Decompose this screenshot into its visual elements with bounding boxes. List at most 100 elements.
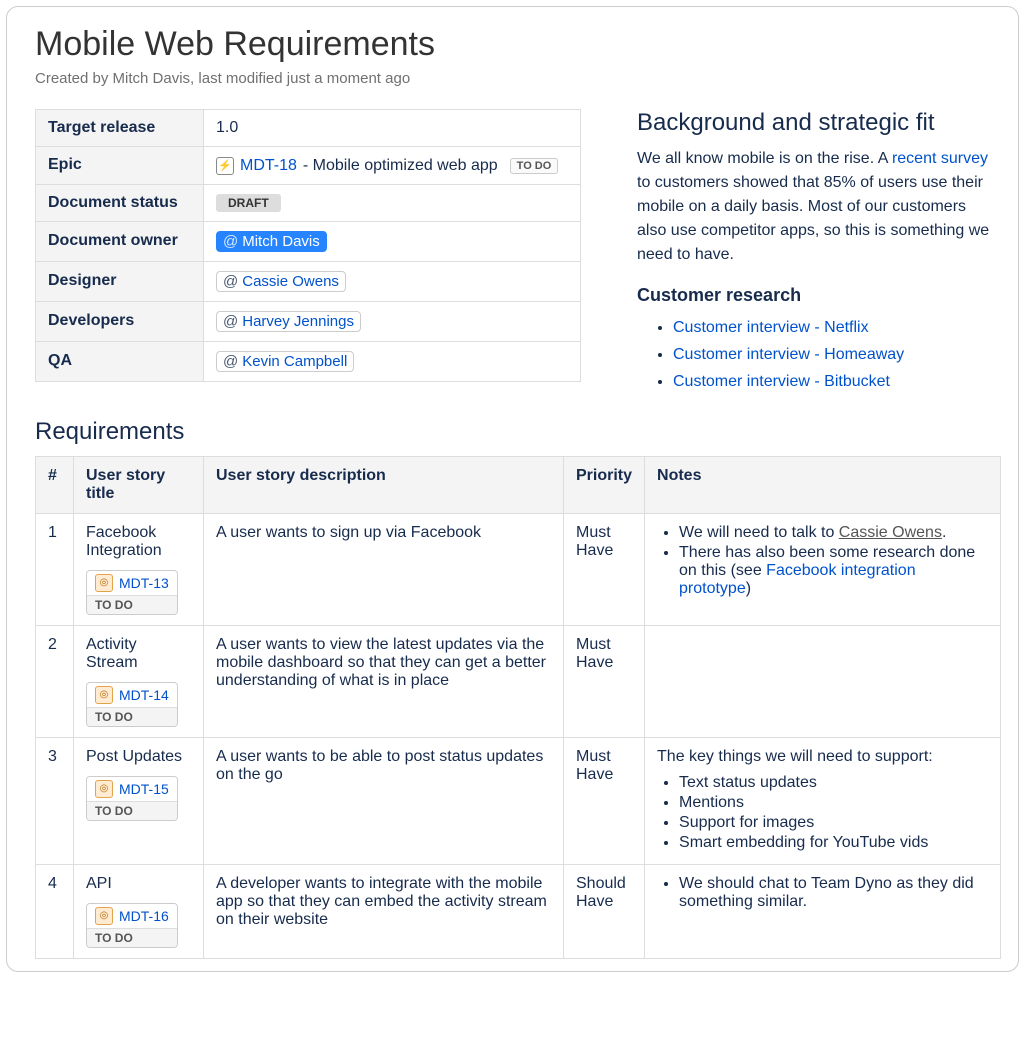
text: We all know mobile is on the rise. A	[637, 150, 892, 167]
meta-value: 1.0	[204, 110, 581, 147]
heading-requirements: Requirements	[35, 418, 990, 446]
list-item: Support for images	[679, 814, 988, 832]
issue-key[interactable]: MDT-14	[119, 687, 169, 703]
document-page: Mobile Web Requirements Created by Mitch…	[6, 6, 1019, 972]
meta-row-target-release: Target release 1.0	[36, 110, 581, 147]
meta-value: @ Cassie Owens	[204, 261, 581, 301]
issue-key[interactable]: MDT-16	[119, 908, 169, 924]
story-icon	[95, 780, 113, 798]
col-priority: Priority	[564, 456, 645, 513]
cell-description: A user wants to view the latest updates …	[204, 625, 564, 737]
table-row: 1 Facebook Integration MDT-13 TO DO A us…	[36, 513, 1001, 625]
story-icon	[95, 574, 113, 592]
meta-value: MDT-18 - Mobile optimized web app TO DO	[204, 147, 581, 185]
list-item: We should chat to Team Dyno as they did …	[679, 875, 988, 911]
story-title: Post Updates	[86, 748, 191, 766]
page-byline: Created by Mitch Davis, last modified ju…	[35, 70, 990, 87]
meta-row-qa: QA @ Kevin Campbell	[36, 341, 581, 381]
meta-key: Document status	[36, 184, 204, 221]
mention-name: Cassie Owens	[242, 273, 339, 290]
recent-survey-link[interactable]: recent survey	[892, 150, 988, 167]
background-paragraph: We all know mobile is on the rise. A rec…	[637, 147, 990, 267]
meta-key: Epic	[36, 147, 204, 185]
list-item: Mentions	[679, 794, 988, 812]
cell-number: 4	[36, 864, 74, 958]
research-link[interactable]: Customer interview - Homeaway	[673, 346, 904, 363]
requirements-table: # User story title User story descriptio…	[35, 456, 1001, 959]
cell-title: Activity Stream MDT-14 TO DO	[74, 625, 204, 737]
meta-row-doc-status: Document status DRAFT	[36, 184, 581, 221]
issue-status-badge: TO DO	[87, 595, 177, 614]
meta-key: Designer	[36, 261, 204, 301]
cell-description: A user wants to sign up via Facebook	[204, 513, 564, 625]
research-link[interactable]: Customer interview - Netflix	[673, 319, 869, 336]
list-item: Customer interview - Netflix	[673, 314, 990, 341]
metadata-table: Target release 1.0 Epic MDT-18 - Mobile …	[35, 109, 581, 382]
research-link-list: Customer interview - Netflix Customer in…	[637, 314, 990, 396]
cell-number: 1	[36, 513, 74, 625]
epic-status-badge: TO DO	[510, 158, 559, 174]
cell-priority: Must Have	[564, 737, 645, 864]
at-icon: @	[223, 233, 238, 250]
issue-status-badge: TO DO	[87, 801, 177, 820]
issue-link[interactable]: MDT-16 TO DO	[86, 903, 178, 948]
top-grid: Target release 1.0 Epic MDT-18 - Mobile …	[35, 109, 990, 396]
side-column: Background and strategic fit We all know…	[637, 109, 990, 396]
table-row: 2 Activity Stream MDT-14 TO DO A user wa…	[36, 625, 1001, 737]
col-title: User story title	[74, 456, 204, 513]
text: .	[942, 524, 946, 541]
issue-key[interactable]: MDT-15	[119, 781, 169, 797]
issue-link[interactable]: MDT-13 TO DO	[86, 570, 178, 615]
at-icon: @	[223, 313, 238, 330]
user-mention-developer[interactable]: @ Harvey Jennings	[216, 311, 361, 332]
list-item: Customer interview - Bitbucket	[673, 368, 990, 395]
research-link[interactable]: Customer interview - Bitbucket	[673, 373, 890, 390]
user-reference[interactable]: Cassie Owens	[839, 524, 942, 541]
user-mention-designer[interactable]: @ Cassie Owens	[216, 271, 346, 292]
list-item: Smart embedding for YouTube vids	[679, 834, 988, 852]
mention-name: Mitch Davis	[242, 233, 320, 250]
cell-title: Facebook Integration MDT-13 TO DO	[74, 513, 204, 625]
mention-name: Kevin Campbell	[242, 353, 347, 370]
meta-key: Document owner	[36, 221, 204, 261]
meta-value: @ Harvey Jennings	[204, 301, 581, 341]
cell-priority: Should Have	[564, 864, 645, 958]
story-icon	[95, 686, 113, 704]
issue-key[interactable]: MDT-13	[119, 575, 169, 591]
issue-link[interactable]: MDT-14 TO DO	[86, 682, 178, 727]
col-notes: Notes	[645, 456, 1001, 513]
table-row: 3 Post Updates MDT-15 TO DO A user wants…	[36, 737, 1001, 864]
cell-description: A developer wants to integrate with the …	[204, 864, 564, 958]
issue-status-badge: TO DO	[87, 928, 177, 947]
story-title: Activity Stream	[86, 636, 191, 672]
page-title: Mobile Web Requirements	[35, 25, 990, 64]
cell-number: 2	[36, 625, 74, 737]
epic-icon	[216, 157, 234, 175]
meta-value: @ Mitch Davis	[204, 221, 581, 261]
cell-title: API MDT-16 TO DO	[74, 864, 204, 958]
story-title: API	[86, 875, 191, 893]
story-icon	[95, 907, 113, 925]
heading-background: Background and strategic fit	[637, 109, 990, 137]
cell-description: A user wants to be able to post status u…	[204, 737, 564, 864]
cell-title: Post Updates MDT-15 TO DO	[74, 737, 204, 864]
meta-key: Target release	[36, 110, 204, 147]
epic-summary: - Mobile optimized web app	[303, 157, 498, 175]
epic-issue-link[interactable]: MDT-18 - Mobile optimized web app TO DO	[216, 157, 558, 175]
mention-name: Harvey Jennings	[242, 313, 354, 330]
meta-row-designer: Designer @ Cassie Owens	[36, 261, 581, 301]
heading-customer-research: Customer research	[637, 285, 990, 306]
meta-row-owner: Document owner @ Mitch Davis	[36, 221, 581, 261]
meta-key: Developers	[36, 301, 204, 341]
col-number: #	[36, 456, 74, 513]
epic-key[interactable]: MDT-18	[240, 157, 297, 175]
text: We will need to talk to	[679, 524, 839, 541]
text: )	[746, 580, 751, 597]
status-badge: DRAFT	[216, 194, 281, 212]
cell-notes	[645, 625, 1001, 737]
story-title: Facebook Integration	[86, 524, 191, 560]
user-mention-qa[interactable]: @ Kevin Campbell	[216, 351, 354, 372]
user-mention-owner[interactable]: @ Mitch Davis	[216, 231, 327, 252]
issue-link[interactable]: MDT-15 TO DO	[86, 776, 178, 821]
table-row: 4 API MDT-16 TO DO A developer wants to …	[36, 864, 1001, 958]
